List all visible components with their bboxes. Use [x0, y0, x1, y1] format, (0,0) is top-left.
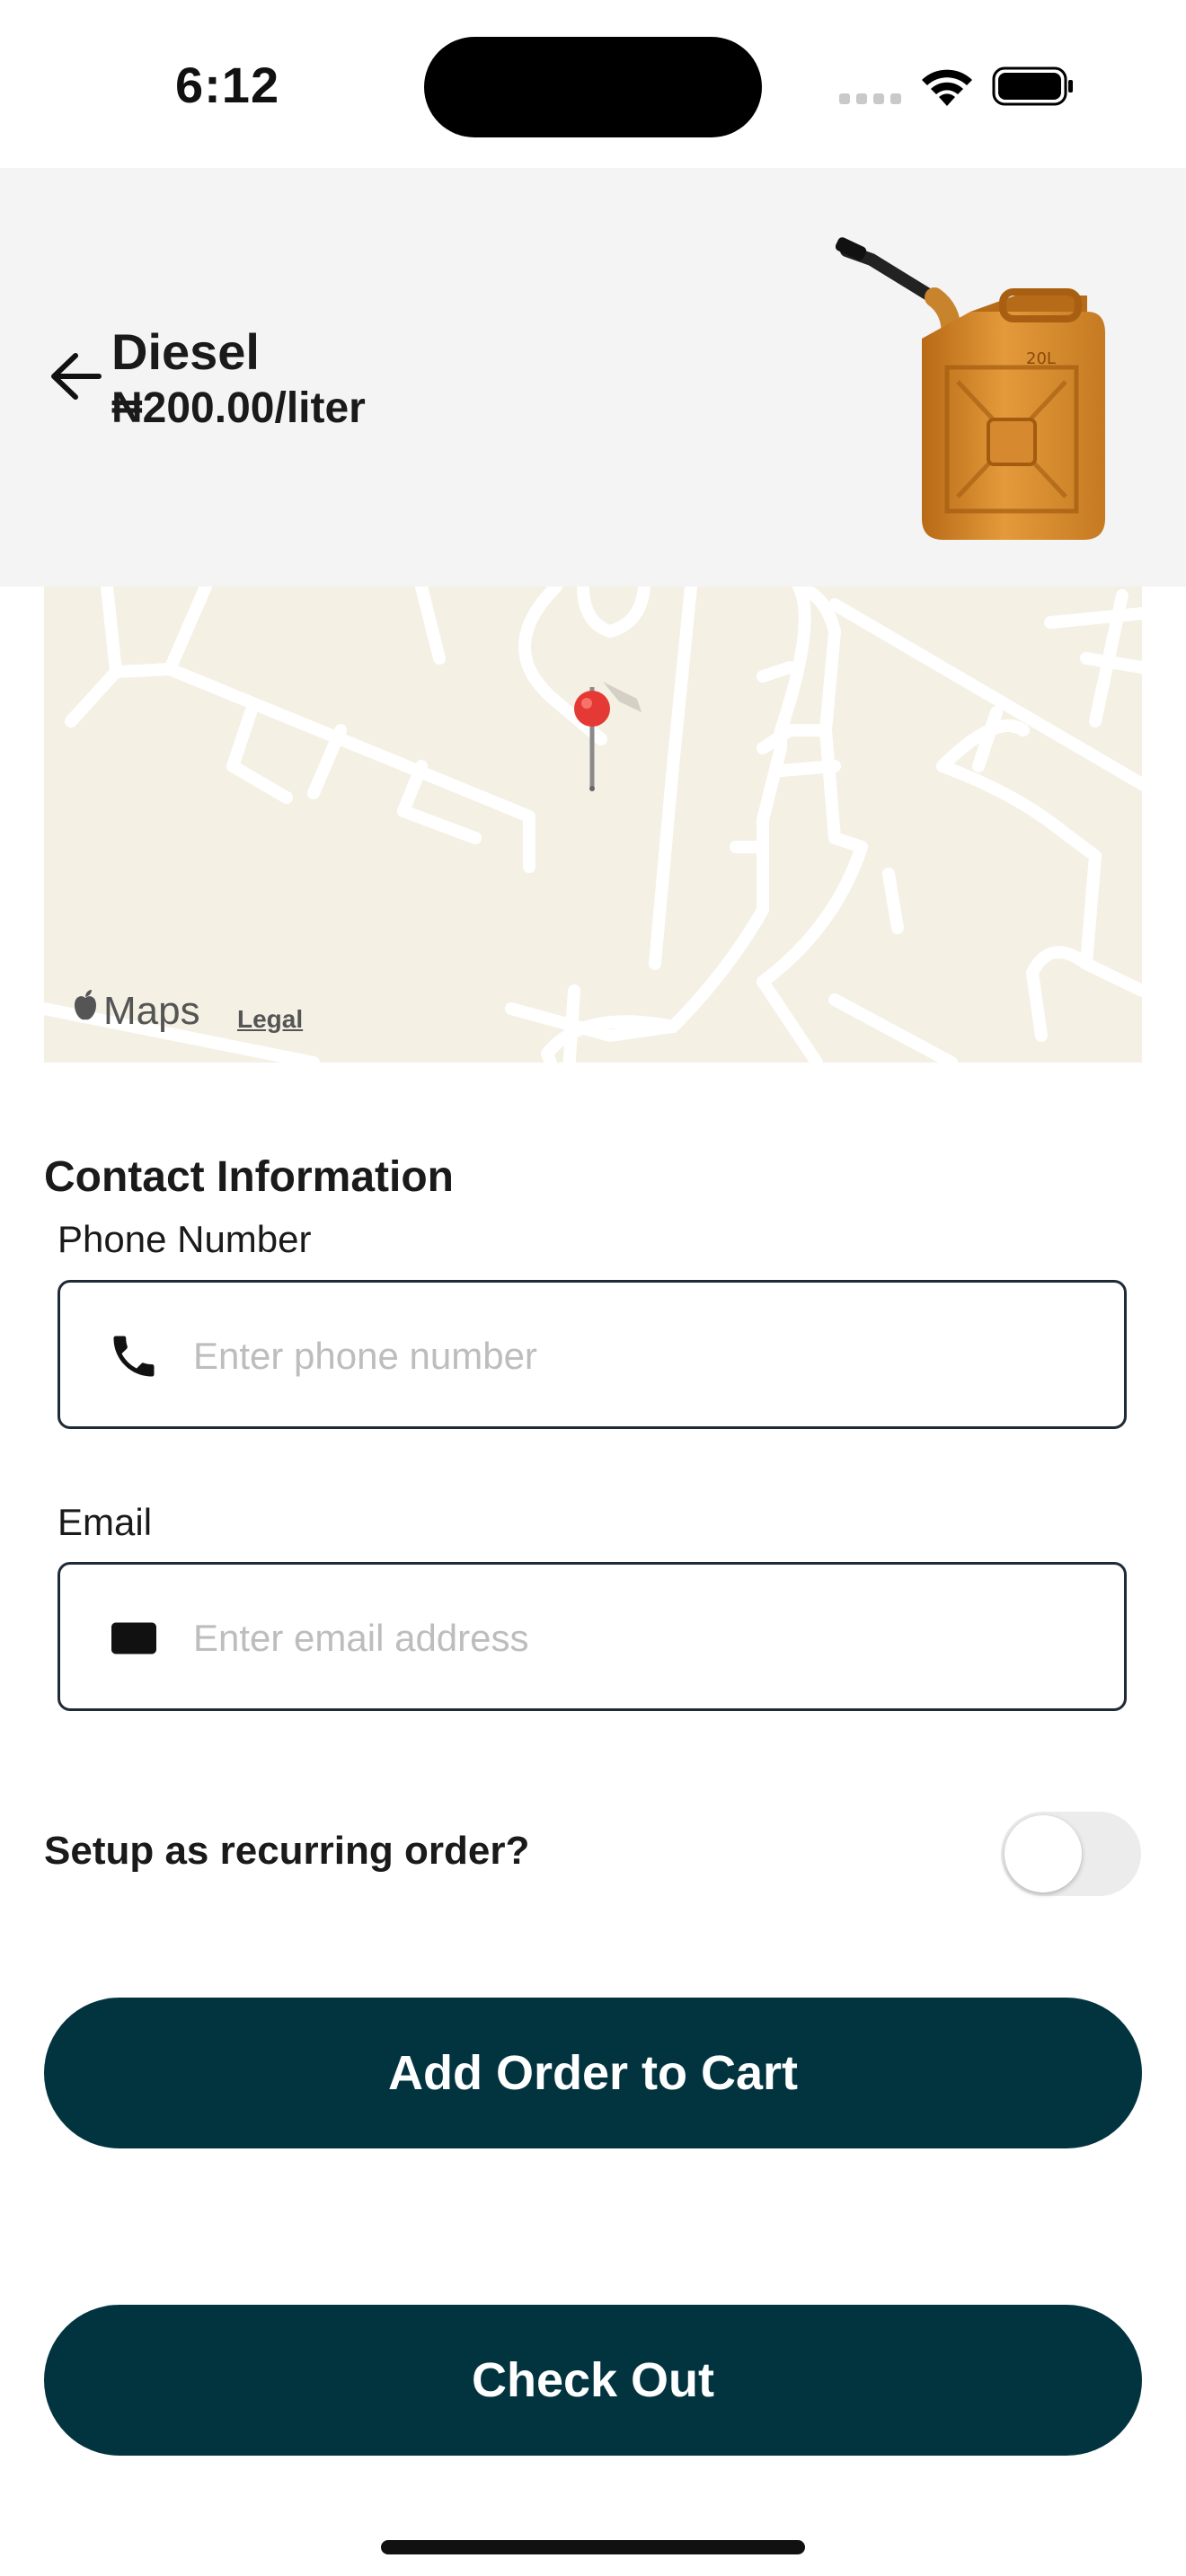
wifi-icon [922, 69, 972, 106]
phone-input[interactable] [191, 1319, 1093, 1394]
jerrycan-capacity-label: 20L [1026, 349, 1056, 368]
toggle-knob [1005, 1815, 1082, 1892]
status-time: 6:12 [175, 57, 280, 113]
maps-attribution: Maps [103, 989, 200, 1033]
product-price: ₦200.00/liter [111, 384, 366, 432]
mail-icon [111, 1622, 156, 1654]
dynamic-island [424, 37, 762, 137]
back-arrow-icon[interactable] [49, 352, 102, 401]
map-roads [44, 587, 1142, 1063]
battery-icon [992, 66, 1073, 106]
email-label: Email [58, 1501, 153, 1543]
location-map[interactable]: Maps Legal [44, 587, 1142, 1063]
recurring-order-label: Setup as recurring order? [44, 1829, 530, 1873]
phone-field[interactable] [58, 1280, 1127, 1429]
checkout-button[interactable]: Check Out [44, 2305, 1142, 2456]
apple-logo-icon [75, 990, 96, 1020]
recurring-order-toggle[interactable] [1001, 1812, 1141, 1896]
phone-icon [113, 1336, 155, 1377]
contact-section-title: Contact Information [44, 1153, 454, 1201]
phone-label: Phone Number [58, 1218, 312, 1260]
product-header: Diesel ₦200.00/liter 20L [0, 168, 1186, 587]
home-indicator [381, 2540, 805, 2554]
product-title: Diesel [111, 323, 260, 380]
add-to-cart-button[interactable]: Add Order to Cart [44, 1998, 1142, 2148]
email-input[interactable] [191, 1601, 1093, 1676]
email-field[interactable] [58, 1562, 1127, 1711]
jerrycan-image: 20L [836, 237, 1105, 540]
status-bar: 6:12 [0, 0, 1186, 168]
cellular-signal-icon [839, 93, 902, 106]
legal-link[interactable]: Legal [237, 1005, 303, 1034]
